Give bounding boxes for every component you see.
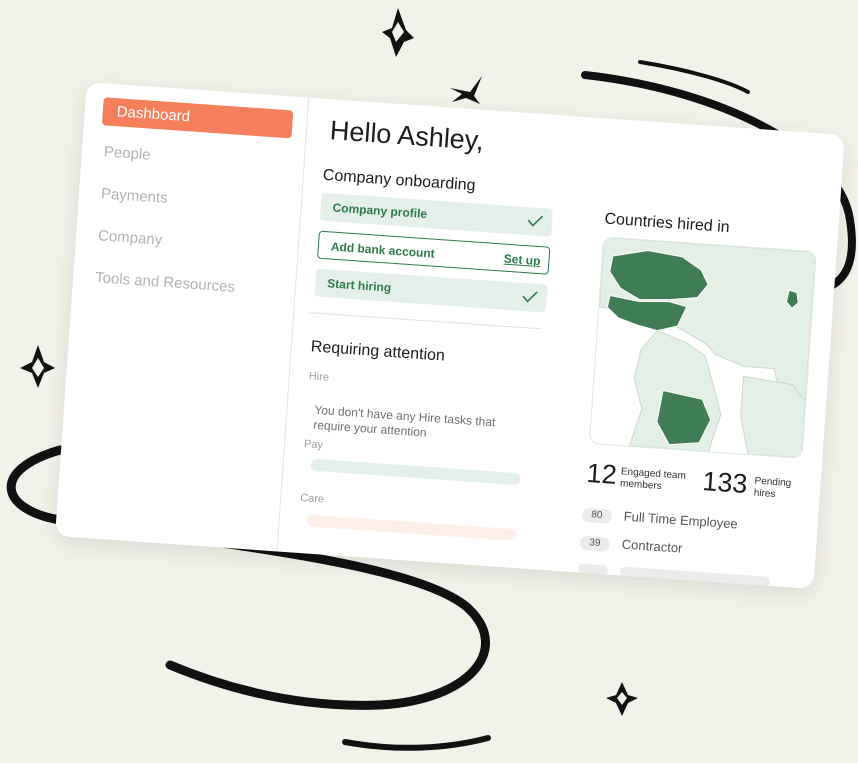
sidebar-item-payments[interactable]: Payments xyxy=(100,185,168,207)
task-company-profile[interactable]: Company profile xyxy=(319,192,554,237)
countries-title: Countries hired in xyxy=(603,210,731,237)
engaged-count: 12 xyxy=(585,457,618,490)
onboarding-title: Company onboarding xyxy=(322,166,477,195)
sidebar-item-tools-and-resources[interactable]: Tools and Resources xyxy=(95,269,236,296)
pay-placeholder-bar xyxy=(310,458,521,486)
engaged-label: Engaged team members xyxy=(619,466,687,493)
check-icon xyxy=(527,215,544,227)
dashboard-card: Dashboard People Payments Company Tools … xyxy=(55,82,845,589)
count-badge: 80 xyxy=(581,507,613,524)
map-graphic xyxy=(598,237,816,458)
task-start-hiring[interactable]: Start hiring xyxy=(314,268,548,313)
employment-type-label: Contractor xyxy=(621,536,683,556)
pending-label: Pending hires xyxy=(753,475,792,501)
pending-count: 133 xyxy=(701,466,749,500)
task-label: Start hiring xyxy=(326,276,392,295)
check-icon xyxy=(522,291,538,303)
attention-title: Requiring attention xyxy=(310,338,446,365)
sidebar-item-dashboard[interactable]: Dashboard xyxy=(101,97,294,139)
employment-type-label: Full Time Employee xyxy=(623,508,739,532)
task-label: Add bank account xyxy=(330,239,436,261)
page-title: Hello Ashley, xyxy=(328,115,485,156)
pay-label: Pay xyxy=(303,438,324,452)
hire-empty-message: You don't have any Hire tasks that requi… xyxy=(312,402,496,440)
divider xyxy=(309,312,541,330)
sidebar: Dashboard People Payments Company Tools … xyxy=(55,82,310,552)
sidebar-item-company[interactable]: Company xyxy=(98,227,163,248)
care-label: Care xyxy=(299,491,325,506)
setup-link[interactable]: Set up xyxy=(503,245,542,275)
placeholder-bar xyxy=(619,566,770,587)
main-content: Hello Ashley, Company onboarding Company… xyxy=(277,98,845,589)
count-badge: 39 xyxy=(579,535,611,552)
task-label: Company profile xyxy=(332,200,428,222)
world-map xyxy=(588,236,817,459)
task-add-bank-account[interactable]: Add bank account Set up xyxy=(317,230,551,275)
care-placeholder-bar xyxy=(306,514,517,542)
hire-label: Hire xyxy=(308,370,330,384)
sidebar-item-people[interactable]: People xyxy=(103,143,151,163)
placeholder-badge xyxy=(577,563,609,576)
